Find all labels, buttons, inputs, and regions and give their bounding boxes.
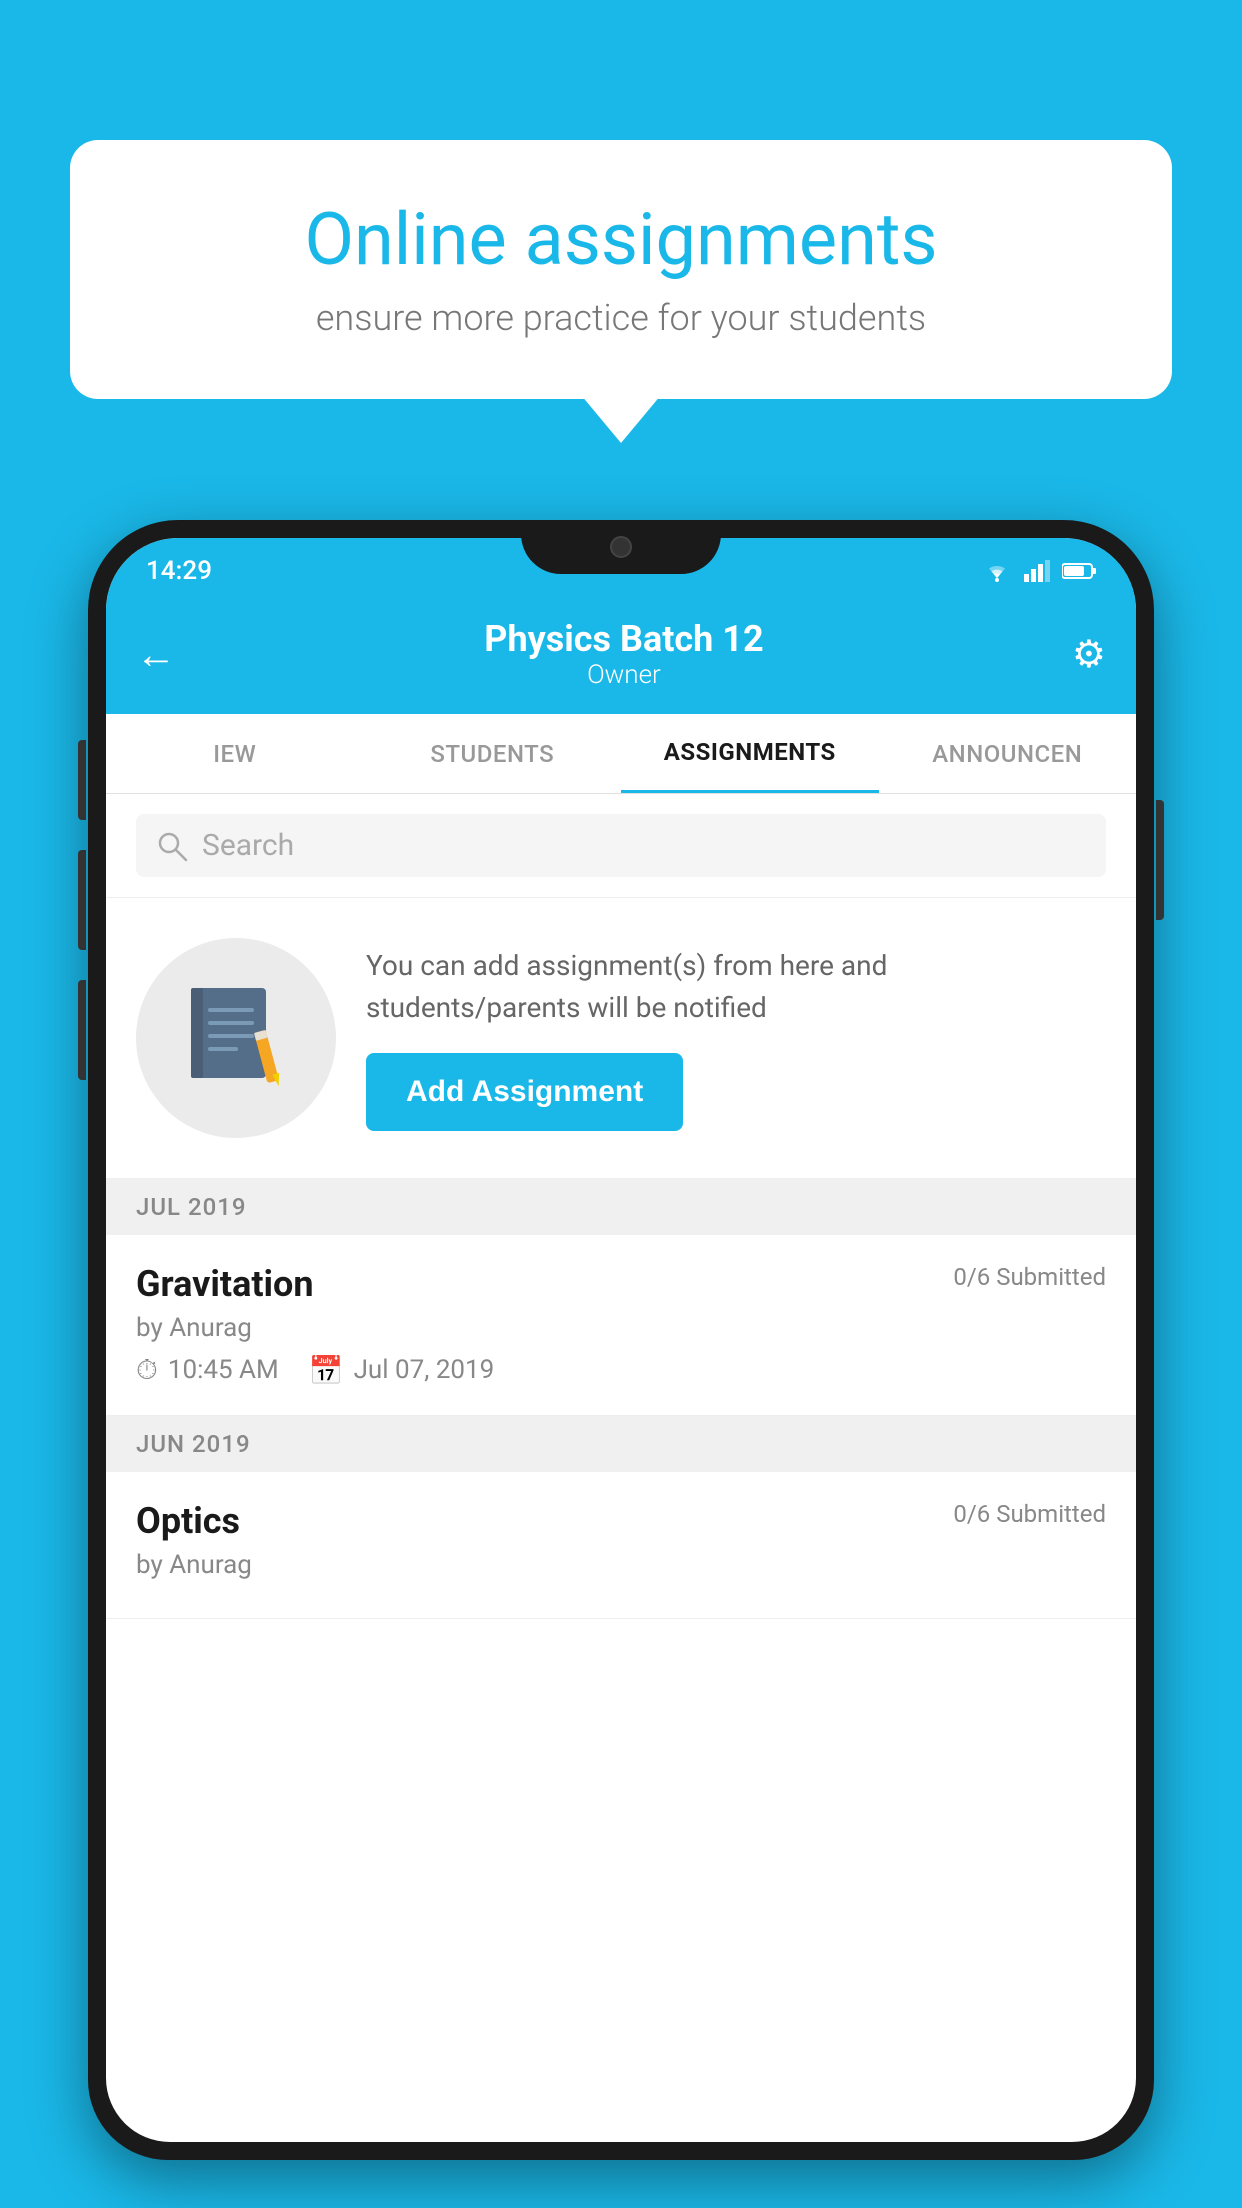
speech-bubble-container: Online assignments ensure more practice … (70, 140, 1172, 399)
settings-icon[interactable]: ⚙ (1072, 632, 1106, 677)
app-header: ← Physics Batch 12 Owner ⚙ (106, 594, 1136, 714)
phone-button-left3 (78, 980, 86, 1080)
speech-bubble-title: Online assignments (140, 200, 1102, 279)
phone-wrapper: 14:29 (88, 520, 1154, 2208)
phone-button-left1 (78, 740, 86, 820)
notebook-icon (186, 983, 286, 1093)
status-icons (982, 560, 1096, 582)
section-month-jul: JUL 2019 (136, 1193, 247, 1221)
speech-bubble-subtitle: ensure more practice for your students (140, 297, 1102, 339)
assignment-submitted-optics: 0/6 Submitted (953, 1500, 1106, 1528)
phone-camera (610, 536, 632, 558)
tab-students[interactable]: STUDENTS (364, 714, 622, 793)
tab-iew[interactable]: IEW (106, 714, 364, 793)
phone-notch (521, 520, 721, 574)
search-bar: Search (106, 794, 1136, 898)
tab-assignments[interactable]: ASSIGNMENTS (621, 714, 879, 793)
assignment-date-gravitation: 📅 Jul 07, 2019 (309, 1354, 495, 1387)
clock-icon: ⏱ (136, 1353, 158, 1387)
assignment-meta-gravitation: ⏱ 10:45 AM 📅 Jul 07, 2019 (136, 1353, 1106, 1387)
assignment-title-gravitation: Gravitation (136, 1263, 314, 1305)
speech-bubble: Online assignments ensure more practice … (70, 140, 1172, 399)
signal-icon (1024, 560, 1050, 582)
section-header-jul: JUL 2019 (106, 1179, 1136, 1235)
phone-button-right (1156, 800, 1164, 920)
calendar-icon: 📅 (309, 1354, 344, 1387)
search-icon (156, 830, 188, 862)
phone-outer: 14:29 (88, 520, 1154, 2160)
assignment-submitted-gravitation: 0/6 Submitted (953, 1263, 1106, 1291)
assignment-item-gravitation[interactable]: Gravitation 0/6 Submitted by Anurag ⏱ 10… (106, 1235, 1136, 1416)
battery-icon (1062, 562, 1096, 580)
add-assignment-section: You can add assignment(s) from here and … (106, 898, 1136, 1179)
header-subtitle: Owner (484, 660, 763, 690)
search-input-container[interactable]: Search (136, 814, 1106, 877)
section-header-jun: JUN 2019 (106, 1416, 1136, 1472)
status-time: 14:29 (146, 556, 212, 586)
assignment-title-optics: Optics (136, 1500, 240, 1542)
phone-screen: 14:29 (106, 538, 1136, 2142)
back-button[interactable]: ← (136, 631, 176, 678)
tabs-bar: IEW STUDENTS ASSIGNMENTS ANNOUNCEN (106, 714, 1136, 794)
assignment-by-gravitation: by Anurag (136, 1313, 1106, 1343)
add-assignment-button[interactable]: Add Assignment (366, 1053, 683, 1131)
tab-announcements[interactable]: ANNOUNCEN (879, 714, 1137, 793)
search-placeholder: Search (202, 828, 294, 863)
assignment-item-optics[interactable]: Optics 0/6 Submitted by Anurag (106, 1472, 1136, 1619)
assignment-top-row: Gravitation 0/6 Submitted (136, 1263, 1106, 1305)
assignment-top-row-optics: Optics 0/6 Submitted (136, 1500, 1106, 1542)
header-title-container: Physics Batch 12 Owner (484, 618, 763, 690)
assignment-time-gravitation: ⏱ 10:45 AM (136, 1353, 279, 1387)
add-assignment-content: You can add assignment(s) from here and … (366, 945, 1106, 1131)
section-month-jun: JUN 2019 (136, 1430, 251, 1458)
header-title: Physics Batch 12 (484, 618, 763, 660)
phone-button-left2 (78, 850, 86, 950)
assignment-by-optics: by Anurag (136, 1550, 1106, 1580)
add-assignment-description: You can add assignment(s) from here and … (366, 945, 1106, 1029)
notebook-icon-circle (136, 938, 336, 1138)
wifi-icon (982, 560, 1012, 582)
